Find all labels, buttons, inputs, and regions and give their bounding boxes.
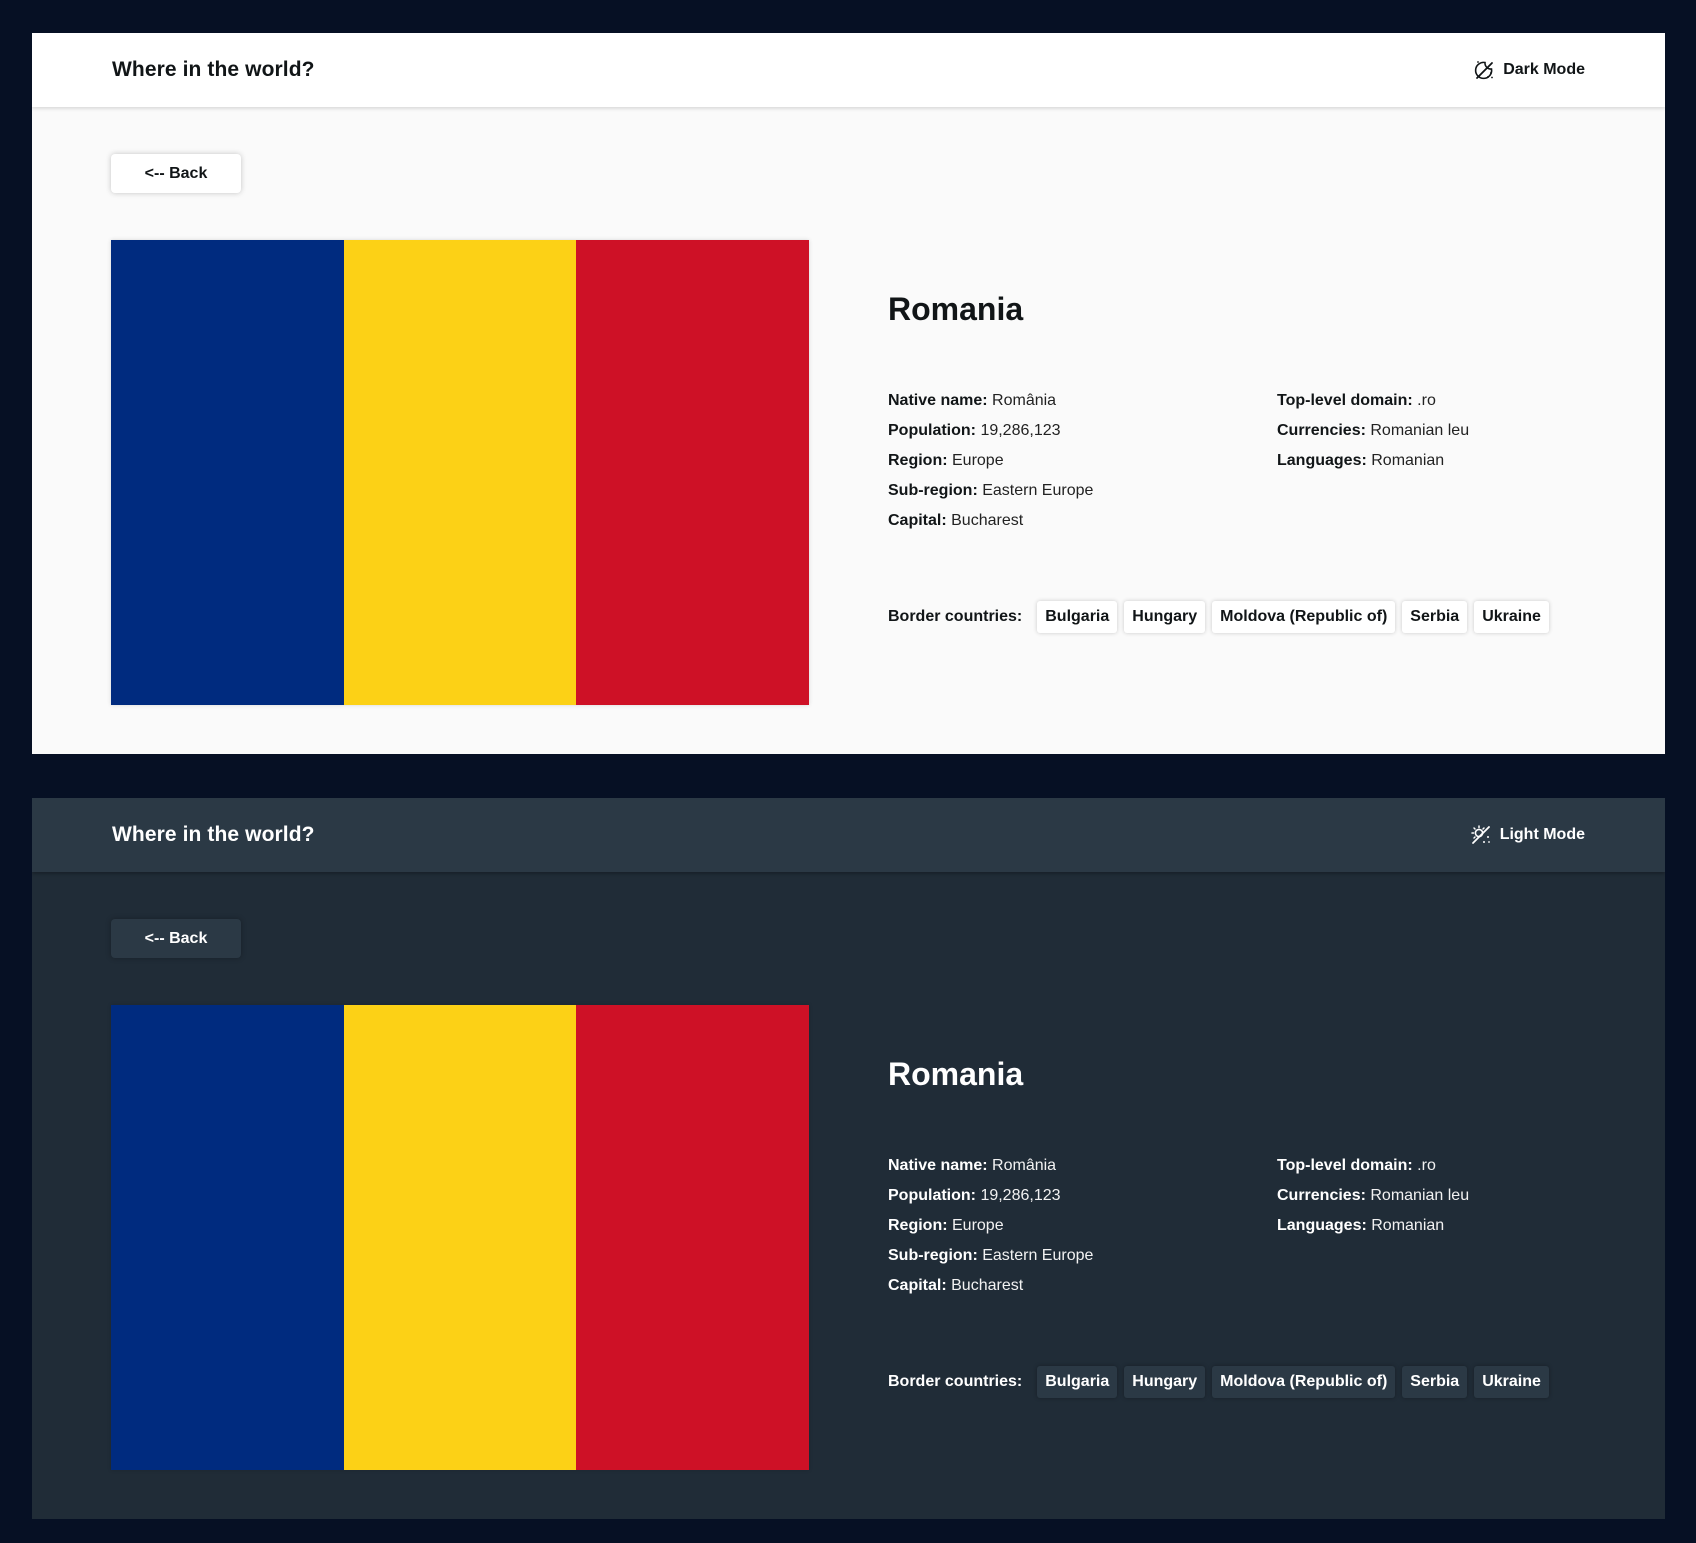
light-mode-panel: Where in the world? Dark Mode <-- Back R… (32, 33, 1665, 754)
capital-value: Bucharest (951, 512, 1024, 529)
dark-mode-toggle[interactable]: Dark Mode (1472, 58, 1585, 82)
border-countries-label: Border countries: (888, 1373, 1023, 1390)
flag-stripe-blue (111, 240, 344, 705)
languages-label: Languages: (1277, 1217, 1367, 1234)
languages: Languages: Romanian (1277, 446, 1469, 476)
header: Where in the world? Light Mode (32, 798, 1665, 872)
currencies-value: Romanian leu (1370, 1187, 1470, 1204)
sub-region: Sub-region: Eastern Europe (888, 476, 1093, 506)
flag-stripe-yellow (343, 240, 577, 705)
capital: Capital: Bucharest (888, 506, 1093, 536)
population-value: 19,286,123 (980, 1187, 1061, 1204)
app-title: Where in the world? (112, 823, 315, 846)
country-name: Romania (888, 1056, 1024, 1092)
border-country-chip[interactable]: Serbia (1402, 1366, 1468, 1398)
sub-region: Sub-region: Eastern Europe (888, 1241, 1093, 1271)
top-level-domain: Top-level domain: .ro (1277, 386, 1469, 416)
tld-label: Top-level domain: (1277, 392, 1413, 409)
capital: Capital: Bucharest (888, 1271, 1093, 1301)
mode-toggle-label: Dark Mode (1503, 61, 1585, 78)
border-countries: Border countries: Bulgaria Hungary Moldo… (888, 1366, 1556, 1398)
country-flag (111, 240, 810, 705)
moon-stars-icon (1475, 61, 1494, 80)
border-country-chip[interactable]: Bulgaria (1037, 1366, 1118, 1398)
country-details-primary: Native name: România Population: 19,286,… (888, 1151, 1093, 1301)
native-name-value: România (992, 392, 1057, 409)
border-country-chip[interactable]: Hungary (1124, 1366, 1206, 1398)
border-country-chip[interactable]: Ukraine (1474, 1366, 1549, 1398)
dark-mode-panel: Where in the world? Light Mode <-- Back … (32, 798, 1665, 1519)
region: Region: Europe (888, 446, 1093, 476)
population-label: Population: (888, 1187, 976, 1204)
flag-stripe-yellow (343, 1005, 577, 1470)
tld-label: Top-level domain: (1277, 1157, 1413, 1174)
sub-region-value: Eastern Europe (982, 482, 1094, 499)
sub-region-label: Sub-region: (888, 482, 978, 499)
border-country-chip[interactable]: Bulgaria (1037, 601, 1118, 633)
country-flag (111, 1005, 810, 1470)
capital-label: Capital: (888, 512, 947, 529)
border-country-chip[interactable]: Moldova (Republic of) (1212, 601, 1396, 633)
flag-stripe-red (576, 240, 810, 705)
region-label: Region: (888, 1217, 948, 1234)
flag-stripe-red (576, 1005, 810, 1470)
header: Where in the world? Dark Mode (32, 33, 1665, 107)
country-details-secondary: Top-level domain: .ro Currencies: Romani… (1277, 1151, 1469, 1241)
native-name-value: România (992, 1157, 1057, 1174)
currencies-value: Romanian leu (1370, 422, 1470, 439)
native-name: Native name: România (888, 1151, 1093, 1181)
region-value: Europe (952, 1217, 1004, 1234)
tld-value: .ro (1417, 392, 1436, 409)
sun-stars-icon (1470, 825, 1490, 844)
population-label: Population: (888, 422, 976, 439)
native-name-label: Native name: (888, 392, 988, 409)
sub-region-label: Sub-region: (888, 1247, 978, 1264)
region-value: Europe (952, 452, 1004, 469)
native-name: Native name: România (888, 386, 1093, 416)
border-country-chip[interactable]: Serbia (1402, 601, 1468, 633)
languages-label: Languages: (1277, 452, 1367, 469)
sub-region-value: Eastern Europe (982, 1247, 1094, 1264)
country-details-secondary: Top-level domain: .ro Currencies: Romani… (1277, 386, 1469, 476)
app-title: Where in the world? (112, 58, 315, 81)
border-countries: Border countries: Bulgaria Hungary Moldo… (888, 601, 1556, 633)
mode-toggle-label: Light Mode (1499, 826, 1585, 843)
border-country-chip[interactable]: Moldova (Republic of) (1212, 1366, 1396, 1398)
back-button[interactable]: <-- Back (111, 919, 241, 958)
languages-value: Romanian (1371, 1217, 1445, 1234)
country-details-primary: Native name: România Population: 19,286,… (888, 386, 1093, 536)
currencies-label: Currencies: (1277, 422, 1366, 439)
back-button[interactable]: <-- Back (111, 154, 241, 193)
population: Population: 19,286,123 (888, 416, 1093, 446)
region: Region: Europe (888, 1211, 1093, 1241)
currencies: Currencies: Romanian leu (1277, 416, 1469, 446)
currencies: Currencies: Romanian leu (1277, 1181, 1469, 1211)
capital-label: Capital: (888, 1277, 947, 1294)
border-countries-label: Border countries: (888, 608, 1023, 625)
country-name: Romania (888, 291, 1024, 327)
border-country-chip[interactable]: Hungary (1124, 601, 1206, 633)
tld-value: .ro (1417, 1157, 1436, 1174)
light-mode-toggle[interactable]: Light Mode (1469, 823, 1585, 847)
native-name-label: Native name: (888, 1157, 988, 1174)
top-level-domain: Top-level domain: .ro (1277, 1151, 1469, 1181)
population-value: 19,286,123 (980, 422, 1061, 439)
currencies-label: Currencies: (1277, 1187, 1366, 1204)
capital-value: Bucharest (951, 1277, 1024, 1294)
flag-stripe-blue (111, 1005, 344, 1470)
languages-value: Romanian (1371, 452, 1445, 469)
border-country-chip[interactable]: Ukraine (1474, 601, 1549, 633)
region-label: Region: (888, 452, 948, 469)
population: Population: 19,286,123 (888, 1181, 1093, 1211)
languages: Languages: Romanian (1277, 1211, 1469, 1241)
